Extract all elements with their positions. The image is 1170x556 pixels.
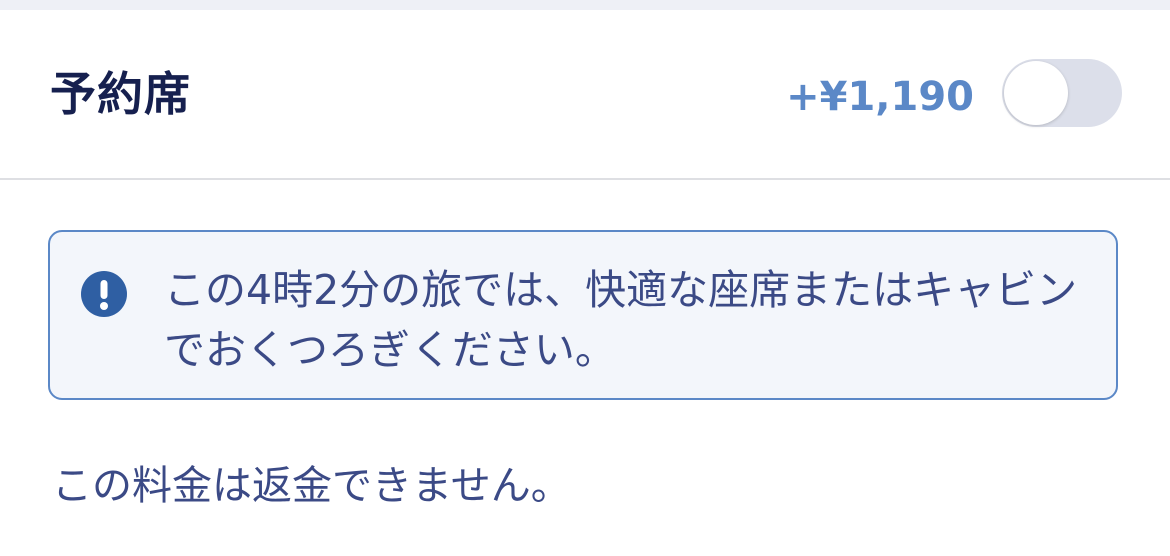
reserved-seat-row: 予約席 +¥1,190 [0, 10, 1170, 180]
info-message: この4時2分の旅では、快適な座席またはキャビンでおくつろぎください。 [164, 266, 1078, 374]
reserved-seat-price: +¥1,190 [786, 74, 974, 120]
reserved-seat-title: 予約席 [50, 67, 191, 121]
top-strip [0, 0, 1170, 10]
exclamation-icon [81, 271, 127, 317]
info-banner: この4時2分の旅では、快適な座席またはキャビンでおくつろぎください。 [48, 230, 1118, 400]
toggle-knob [1004, 61, 1068, 125]
non-refundable-note: この料金は返金できません。 [52, 463, 571, 509]
reserved-seat-toggle[interactable] [1002, 59, 1122, 127]
